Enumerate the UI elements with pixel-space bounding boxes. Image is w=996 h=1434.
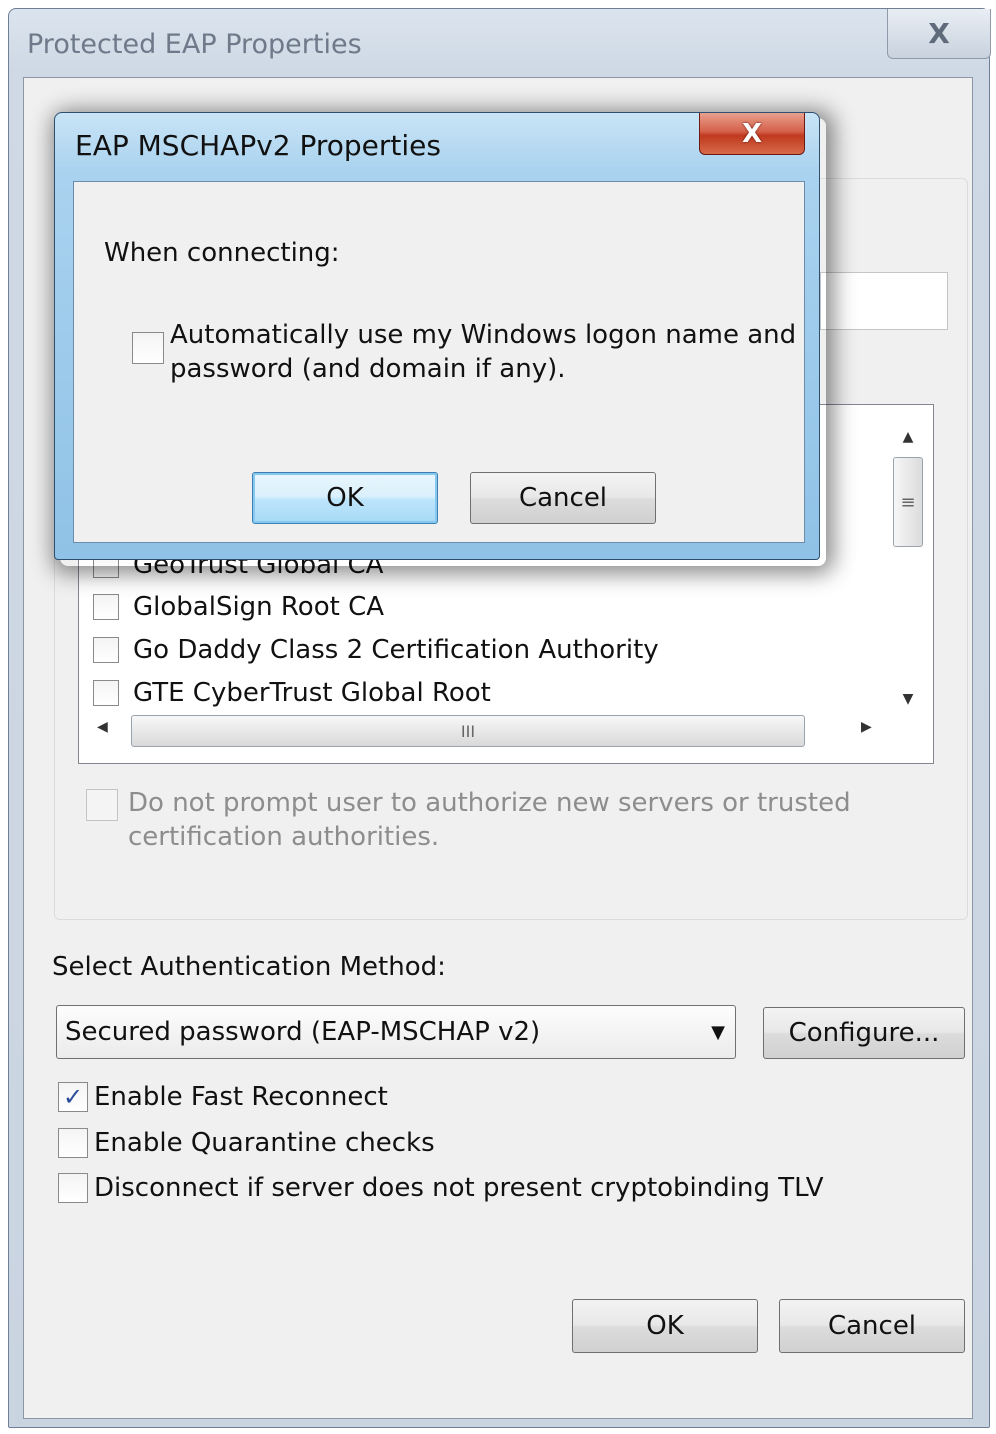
list-item-checkbox[interactable] [93, 637, 119, 663]
list-item-checkbox[interactable] [93, 594, 119, 620]
vertical-scrollbar[interactable]: ▲ ≡ ▼ [891, 415, 925, 707]
scroll-down-arrow-icon[interactable]: ▼ [891, 691, 925, 707]
horizontal-scrollbar[interactable]: ◀ III ▶ [85, 713, 885, 749]
do-not-prompt-label-line1: Do not prompt user to authorize new serv… [128, 788, 851, 818]
auto-logon-checkbox[interactable] [132, 332, 164, 364]
list-item[interactable]: GlobalSign Root CA [93, 587, 384, 627]
chevron-down-icon: ▼ [711, 1022, 725, 1043]
vertical-scroll-thumb[interactable]: ≡ [893, 457, 923, 547]
fast-reconnect-checkbox[interactable] [58, 1082, 88, 1112]
list-item-label: GlobalSign Root CA [133, 592, 385, 622]
auto-logon-label-line2: password (and domain if any). [170, 354, 566, 384]
dialog-ok-button[interactable]: OK [252, 472, 438, 524]
scroll-left-arrow-icon[interactable]: ◀ [97, 719, 108, 735]
fast-reconnect-label: Enable Fast Reconnect [94, 1082, 388, 1112]
do-not-prompt-label-line2: certification authorities. [128, 822, 440, 852]
auto-logon-label: Automatically use my Windows logon name … [170, 318, 796, 386]
option-quarantine-checks[interactable]: Enable Quarantine checks [58, 1128, 435, 1158]
configure-button[interactable]: Configure... [763, 1007, 965, 1059]
window-title: Protected EAP Properties [27, 29, 362, 60]
ok-button[interactable]: OK [572, 1299, 758, 1353]
when-connecting-label: When connecting: [104, 238, 340, 268]
auth-method-value: Secured password (EAP-MSCHAP v2) [65, 1017, 541, 1047]
cryptobinding-checkbox[interactable] [58, 1173, 88, 1203]
auth-method-label: Select Authentication Method: [52, 952, 446, 982]
grip-icon: III [460, 721, 476, 741]
list-item-checkbox[interactable] [93, 680, 119, 706]
auto-logon-label-line1: Automatically use my Windows logon name … [170, 320, 797, 350]
list-item[interactable]: GTE CyberTrust Global Root [93, 673, 491, 713]
option-cryptobinding[interactable]: Disconnect if server does not present cr… [58, 1173, 824, 1203]
list-item-label: Go Daddy Class 2 Certification Authority [133, 635, 659, 665]
dialog-client-area: When connecting: Automatically use my Wi… [73, 181, 805, 543]
servers-field[interactable] [820, 272, 948, 330]
do-not-prompt-option: Do not prompt user to authorize new serv… [86, 786, 851, 854]
close-icon: X [741, 118, 763, 149]
auth-method-dropdown[interactable]: Secured password (EAP-MSCHAP v2) ▼ [56, 1005, 736, 1059]
list-item[interactable]: Go Daddy Class 2 Certification Authority [93, 630, 659, 670]
auto-logon-option[interactable]: Automatically use my Windows logon name … [132, 318, 796, 386]
cancel-button[interactable]: Cancel [779, 1299, 965, 1353]
quarantine-checks-label: Enable Quarantine checks [94, 1128, 435, 1158]
grip-icon: ≡ [900, 491, 916, 513]
cryptobinding-label: Disconnect if server does not present cr… [94, 1173, 824, 1203]
horizontal-scroll-thumb[interactable]: III [131, 715, 805, 747]
dialog-title: EAP MSCHAPv2 Properties [75, 129, 441, 162]
list-item-label: GTE CyberTrust Global Root [133, 678, 491, 708]
quarantine-checks-checkbox[interactable] [58, 1128, 88, 1158]
option-fast-reconnect[interactable]: Enable Fast Reconnect [58, 1082, 388, 1112]
scroll-right-arrow-icon[interactable]: ▶ [861, 719, 872, 735]
scroll-up-arrow-icon[interactable]: ▲ [891, 429, 925, 445]
do-not-prompt-checkbox[interactable] [86, 789, 118, 821]
eap-mschapv2-properties-window: EAP MSCHAPv2 Properties X When connectin… [54, 112, 820, 560]
do-not-prompt-label: Do not prompt user to authorize new serv… [128, 786, 851, 854]
close-icon: X [928, 17, 950, 50]
close-button[interactable]: X [887, 9, 991, 59]
dialog-cancel-button[interactable]: Cancel [470, 472, 656, 524]
dialog-close-button[interactable]: X [699, 113, 805, 155]
